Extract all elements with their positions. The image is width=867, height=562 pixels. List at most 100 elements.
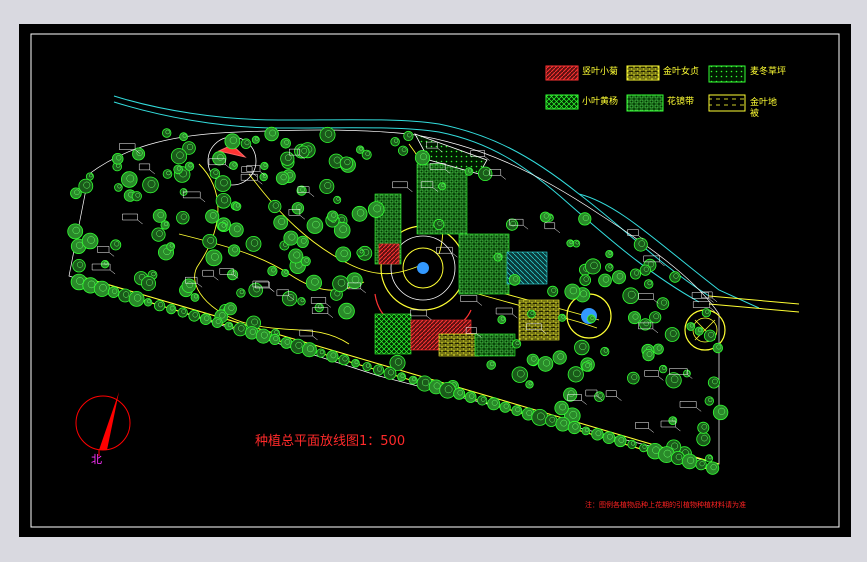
tree-canopy <box>658 364 668 374</box>
tree-canopy <box>267 265 278 277</box>
annotation-leader <box>240 173 263 185</box>
tree-canopy <box>248 282 264 298</box>
tree-canopy <box>397 372 407 382</box>
tree-canopy <box>390 136 400 147</box>
tree-canopy <box>227 269 239 281</box>
tree-canopy <box>275 171 290 185</box>
tree-canopy <box>642 348 655 362</box>
site-boundary <box>68 129 720 465</box>
tree-canopy <box>545 414 558 427</box>
tree-canopy <box>107 286 120 299</box>
tree-canopy <box>704 396 715 406</box>
tree-canopy <box>224 133 241 150</box>
tree-canopy <box>697 421 710 434</box>
tree-canopy <box>255 328 271 344</box>
tree-canopy <box>217 221 228 232</box>
legend-swatch-b <box>626 65 660 81</box>
tree-canopy <box>652 343 664 355</box>
tree-canopy <box>362 361 372 372</box>
tree-canopy <box>628 311 642 325</box>
legend-label-e: 花镜带 <box>667 97 695 107</box>
tree-canopy <box>306 217 324 234</box>
tree-canopy <box>269 333 281 345</box>
tree-canopy <box>211 317 223 329</box>
tree-canopy <box>152 208 167 223</box>
tree-canopy <box>131 191 142 202</box>
tree-canopy <box>453 387 466 400</box>
tree-canopy <box>639 264 651 276</box>
legend-label-b: 金叶女贞 <box>663 67 700 77</box>
tree-canopy <box>554 400 569 416</box>
tree-canopy <box>332 275 349 293</box>
tree-canopy <box>281 290 298 307</box>
tree-canopy <box>181 278 197 293</box>
north-label: 北 <box>91 453 102 466</box>
drawing-title: 种植总平面放线图1：500 <box>255 434 406 449</box>
tree-canopy <box>712 404 729 421</box>
tree-canopy <box>591 428 604 441</box>
tree-canopy <box>121 171 138 188</box>
tree-canopy <box>567 420 582 435</box>
tree-canopy <box>205 209 220 224</box>
tree-canopy <box>188 309 201 322</box>
legend <box>545 65 746 112</box>
annotation-leader <box>202 269 219 281</box>
tree-canopy <box>338 302 355 320</box>
tree-canopy <box>251 135 260 144</box>
tree-canopy <box>464 167 474 176</box>
tree-canopy <box>111 153 124 165</box>
tree-canopy <box>72 258 86 273</box>
tree-canopy <box>179 132 189 142</box>
tree-canopy <box>281 268 290 277</box>
tree-canopy <box>301 342 317 358</box>
annotation-leader <box>638 293 659 304</box>
tree-canopy <box>669 271 681 283</box>
tree-canopy <box>288 248 304 264</box>
tree-canopy <box>333 195 342 204</box>
tree-canopy <box>639 318 652 331</box>
tree-canopy <box>232 202 242 211</box>
tree-canopy <box>305 274 322 291</box>
annotation-leader <box>679 401 702 412</box>
tree-canopy <box>70 187 82 200</box>
tree-canopy <box>486 360 497 370</box>
tree-canopy <box>356 248 365 257</box>
legend-swatch-c <box>708 65 746 83</box>
tree-canopy <box>177 307 188 318</box>
tree-canopy <box>508 274 521 286</box>
tree-canopy <box>701 308 711 318</box>
annotation-leader <box>605 390 622 401</box>
tree-canopy <box>224 321 234 331</box>
annotation-leader <box>122 213 143 225</box>
tree-canopy <box>233 322 248 337</box>
tree-canopy <box>268 199 282 214</box>
tree-canopy <box>300 256 311 267</box>
tree-canopy <box>511 366 529 383</box>
tree-canopy <box>319 178 335 194</box>
tree-canopy <box>202 233 218 249</box>
tree-canopy <box>526 353 539 366</box>
tree-canopy <box>110 239 122 251</box>
tree-canopy <box>338 354 350 366</box>
site-plan-drawing <box>30 33 840 528</box>
annotation-leader <box>635 422 654 433</box>
tree-canopy <box>273 215 289 230</box>
drawing-canvas[interactable]: 竖叶小菊 金叶女贞 麦冬草坪 小叶黄杨 花镜带 金叶地被 种植总平面放线图1：5… <box>19 24 851 537</box>
tree-canopy <box>439 381 456 399</box>
tree-canopy <box>477 395 488 406</box>
tree-canopy <box>372 364 384 376</box>
annotation-leader <box>544 222 561 233</box>
tree-canopy <box>161 128 172 138</box>
tree-canopy <box>162 169 173 179</box>
legend-swatch-a <box>545 65 579 81</box>
tree-canopy <box>594 391 605 403</box>
tree-canopy <box>215 193 232 209</box>
tree-canopy <box>339 156 353 170</box>
tree-canopy <box>605 249 614 258</box>
tree-canopy <box>585 258 602 275</box>
tree-canopy <box>326 350 339 363</box>
tree-canopy <box>602 431 616 445</box>
tree-canopy <box>356 145 365 154</box>
cad-window: 竖叶小菊 金叶女贞 麦冬草坪 小叶黄杨 花镜带 金叶地被 种植总平面放线图1：5… <box>0 0 867 562</box>
legend-label-d: 小叶黄杨 <box>582 97 619 107</box>
